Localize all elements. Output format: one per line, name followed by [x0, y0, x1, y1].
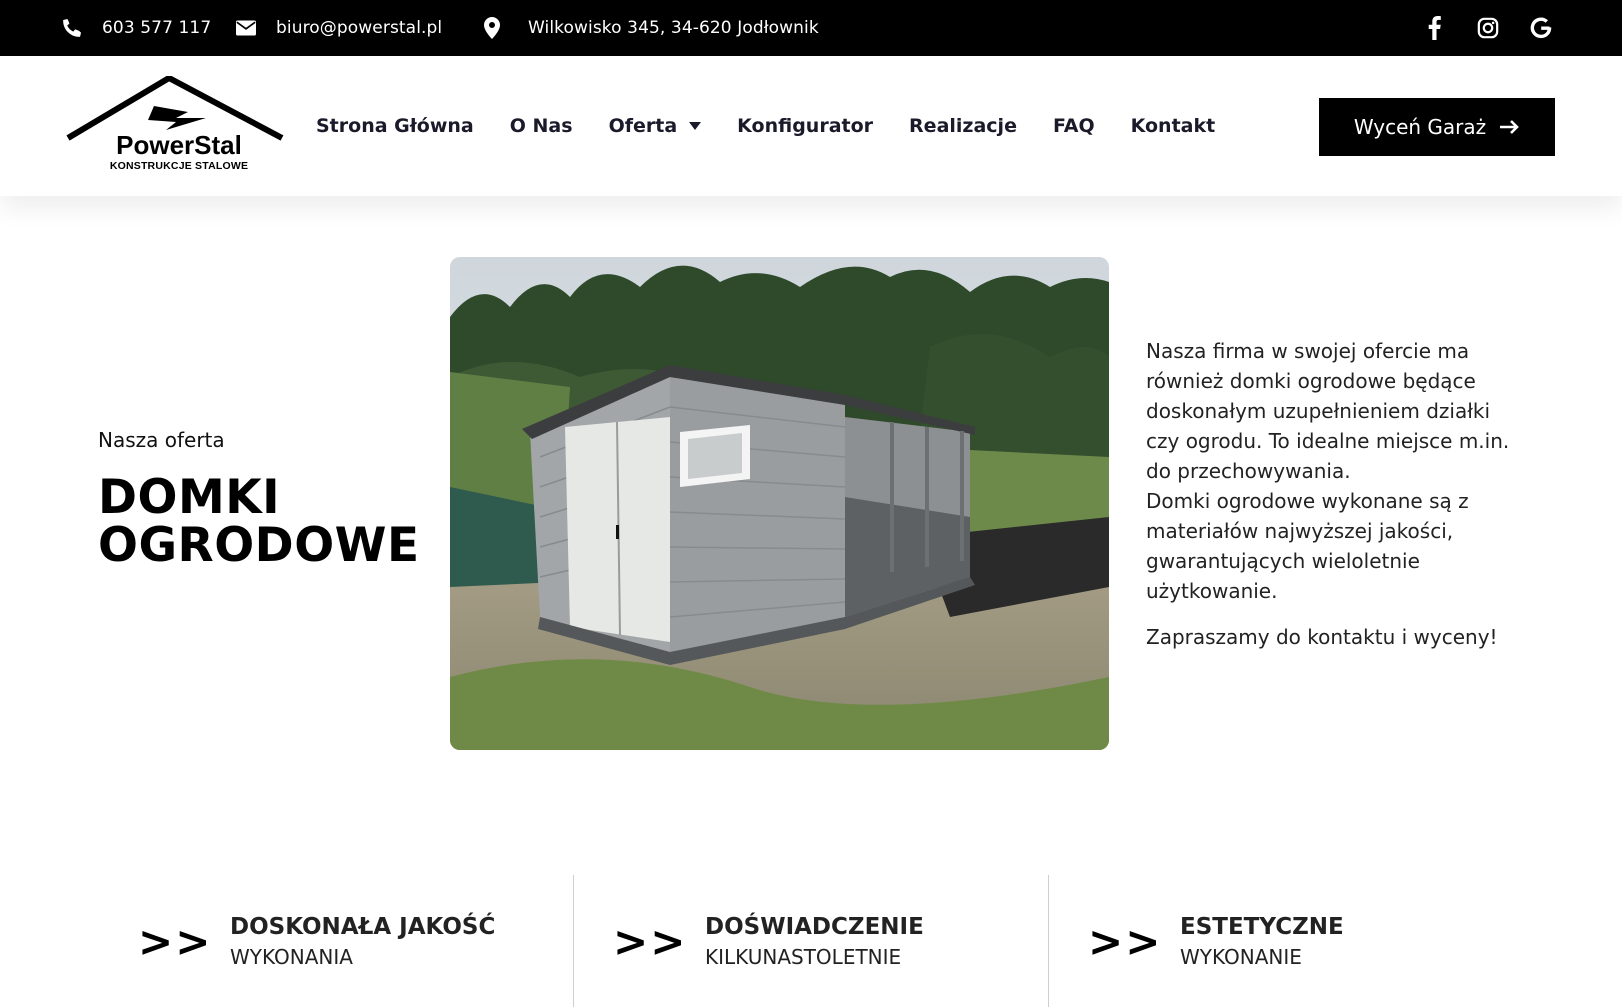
envelope-icon [236, 20, 256, 36]
facebook-icon[interactable] [1418, 0, 1450, 56]
nav-item-configurator[interactable]: Konfigurator [737, 115, 873, 137]
google-icon[interactable] [1525, 0, 1557, 56]
address-contact[interactable]: Wilkowisko 345, 34-620 Jodłownik [484, 0, 819, 56]
feature-divider [573, 875, 574, 1007]
feature-title: ESTETYCZNE [1180, 914, 1344, 940]
title-line-1: DOMKI [98, 470, 281, 525]
nav-label: FAQ [1052, 115, 1095, 137]
description-paragraph-2: Zapraszamy do kontaktu i wyceny! [1146, 625, 1498, 649]
nav-label: Konfigurator [737, 115, 874, 137]
quote-button-label: Wyceń Garaż [1353, 115, 1487, 139]
paragraph-text: Nasza firma w swojej ofercie ma również … [1146, 339, 1510, 483]
powerstal-logo[interactable]: PowerStal KONSTRUKCJE STALOWE [66, 74, 284, 178]
section-description: Nasza firma w swojej ofercie ma również … [1146, 336, 1526, 652]
garden-shed-photo [450, 257, 1109, 750]
double-chevron-icon: >> [138, 917, 213, 966]
map-marker-icon [484, 17, 500, 39]
section-eyebrow: Nasza oferta [98, 428, 225, 452]
email-contact[interactable]: biuro@powerstal.pl [236, 0, 442, 56]
nav-item-offer[interactable]: Oferta [609, 115, 702, 137]
feature-subtitle: WYKONANIE [1180, 945, 1302, 969]
instagram-icon[interactable] [1472, 0, 1504, 56]
nav-item-faq[interactable]: FAQ [1053, 115, 1095, 137]
nav-item-contact[interactable]: Kontakt [1131, 115, 1216, 137]
nav-label: Kontakt [1130, 115, 1216, 137]
nav-label: Strona Główna [316, 115, 474, 137]
double-chevron-icon: >> [613, 917, 688, 966]
nav-item-realizations[interactable]: Realizacje [909, 115, 1017, 137]
nav-label: O Nas [509, 115, 573, 137]
logo-tagline: KONSTRUKCJE STALOWE [109, 160, 249, 172]
main-navigation: Strona Główna O Nas Oferta Konfigurator … [316, 56, 1251, 196]
description-paragraph-1: Nasza firma w swojej ofercie ma również … [1146, 336, 1526, 606]
main-header: PowerStal KONSTRUKCJE STALOWE Strona Głó… [0, 56, 1622, 196]
arrow-right-icon [1500, 120, 1520, 134]
nav-item-home[interactable]: Strona Główna [316, 115, 474, 137]
address-text: Wilkowisko 345, 34-620 Jodłownik [528, 18, 819, 38]
double-chevron-icon: >> [1088, 917, 1163, 966]
feature-title: DOSKONAŁA JAKOŚĆ [230, 914, 496, 940]
title-line-2: OGRODOWE [98, 518, 420, 573]
quote-garage-button[interactable]: Wyceń Garaż [1319, 98, 1555, 156]
feature-subtitle: WYKONANIA [230, 945, 353, 969]
section-title: DOMKI OGRODOWE [98, 474, 438, 570]
caret-down-icon [689, 122, 702, 130]
feature-subtitle: KILKUNASTOLETNIE [705, 945, 902, 969]
phone-icon [62, 18, 82, 38]
top-bar: 603 577 117 biuro@powerstal.pl Wilkowisk… [0, 0, 1622, 56]
feature-title: DOŚWIADCZENIE [705, 914, 924, 940]
nav-label: Realizacje [909, 115, 1017, 137]
logo-name: PowerStal [116, 130, 242, 160]
nav-label: Oferta [608, 115, 678, 137]
phone-contact[interactable]: 603 577 117 [62, 0, 211, 56]
nav-item-about[interactable]: O Nas [510, 115, 573, 137]
paragraph-text: Domki ogrodowe wykonane są z materiałów … [1146, 489, 1469, 603]
feature-divider [1048, 875, 1049, 1007]
email-address: biuro@powerstal.pl [276, 18, 443, 38]
phone-number: 603 577 117 [102, 18, 212, 38]
